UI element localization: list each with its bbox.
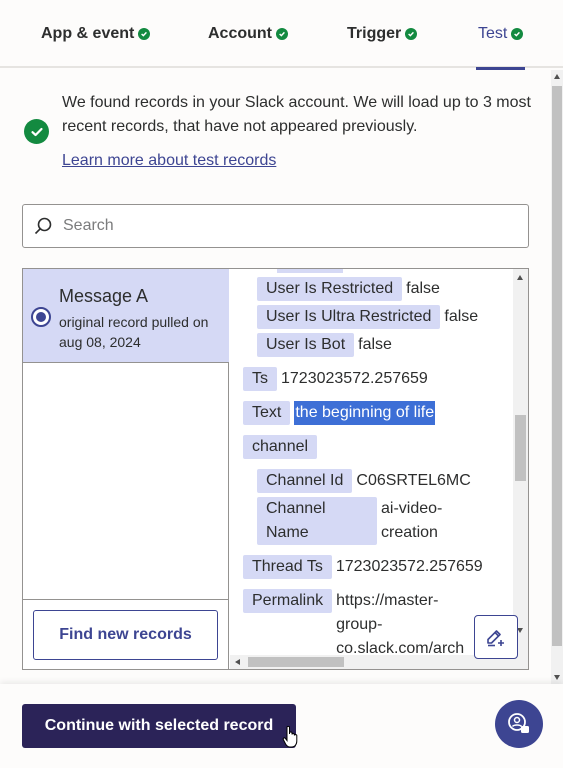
record-item[interactable]: Message A original record pulled on aug … — [23, 269, 229, 363]
field-row: Channel Id C06SRTEL6MC — [257, 469, 471, 493]
scrollbar-thumb[interactable] — [552, 86, 562, 646]
scroll-up-arrow-icon[interactable] — [517, 275, 523, 280]
field-key: Channel Id — [257, 469, 353, 493]
field-row: Thread Ts 1723023572.257659 — [243, 555, 483, 579]
tab-account[interactable]: Account — [208, 0, 288, 68]
field-value: 1723023572.257659 — [281, 370, 428, 387]
field-row: Ts 1723023572.257659 — [243, 367, 428, 391]
field-value: false — [358, 336, 392, 353]
pencil-plus-icon — [487, 630, 504, 647]
field-key: Ts — [243, 367, 277, 391]
field-key: User Is Restricted — [257, 277, 403, 301]
check-icon — [276, 28, 288, 40]
scroll-up-arrow-icon[interactable] — [554, 74, 560, 79]
field-key: User Is Bot — [257, 333, 355, 357]
check-icon — [511, 28, 524, 40]
field-key: Permalink — [243, 589, 333, 613]
find-new-records-button[interactable]: Find new records — [33, 610, 218, 660]
hand-cursor-icon — [282, 725, 298, 748]
page-scrollbar[interactable] — [551, 70, 563, 684]
search-icon — [34, 217, 52, 235]
field-row: channel — [243, 435, 318, 459]
scroll-down-arrow-icon[interactable] — [554, 675, 560, 680]
help-chat-icon[interactable] — [495, 700, 543, 748]
records-list-footer: Find new records — [23, 599, 229, 669]
continue-with-selected-record-button[interactable]: Continue with selected record — [22, 704, 296, 748]
details-vertical-scrollbar[interactable] — [513, 269, 528, 655]
check-icon — [138, 28, 151, 40]
key-chip-partial — [277, 269, 343, 273]
records-list: Message A original record pulled on aug … — [23, 269, 229, 669]
info-message: We found records in your Slack account. … — [62, 94, 531, 135]
record-title: Message A — [59, 286, 149, 306]
record-subtitle: original record pulled on aug 08, 2024 — [59, 314, 209, 350]
field-row: User Is Restricted false — [257, 277, 440, 301]
field-value: false — [406, 280, 440, 297]
field-value: C06SRTEL6MC — [356, 472, 471, 489]
tab-label: Trigger — [347, 25, 402, 42]
field-value: false — [444, 308, 479, 325]
learn-more-link[interactable]: Learn more about test records — [62, 149, 276, 173]
field-row: User Is Bot false — [257, 333, 392, 357]
field-value: ai-video- creation — [381, 500, 443, 541]
field-key: Text — [243, 401, 291, 425]
scrollbar-thumb[interactable] — [248, 657, 344, 667]
field-row: User Is Ultra Restricted false — [257, 305, 478, 329]
search-input[interactable] — [63, 217, 503, 235]
field-row: Channel Name ai-video- creation — [257, 497, 442, 545]
field-value-selected[interactable]: the beginning of life — [294, 401, 436, 425]
check-icon — [405, 28, 418, 40]
field-key: Channel Name — [257, 497, 377, 545]
search-box[interactable] — [22, 204, 529, 248]
record-details: User Is Restricted false User Is Ultra R… — [230, 269, 514, 655]
records-panel: Message A original record pulled on aug … — [22, 268, 529, 670]
tab-label: Test — [478, 25, 508, 42]
field-key: Thread Ts — [243, 555, 332, 579]
field-value: 1723023572.257659 — [335, 558, 483, 575]
radio-selected-icon[interactable] — [31, 307, 51, 327]
field-row: Permalink https://master- group- co.slac… — [243, 589, 464, 655]
scroll-left-arrow-icon[interactable] — [235, 659, 240, 665]
tab-test[interactable]: Test — [475, 0, 526, 70]
step-tabs: App & event Account Trigger Test — [0, 0, 563, 70]
field-key: channel — [243, 435, 318, 459]
tab-label: Account — [208, 25, 272, 42]
scrollbar-thumb[interactable] — [515, 415, 526, 481]
field-value: https://master- group- co.slack.com/arch — [336, 592, 465, 655]
add-edit-button[interactable] — [474, 615, 518, 659]
field-row: Text the beginning of life — [243, 401, 436, 425]
tab-app-event[interactable]: App & event — [41, 0, 151, 68]
tab-trigger[interactable]: Trigger — [347, 0, 418, 68]
tab-label: App & event — [41, 25, 135, 42]
field-key: User Is Ultra Restricted — [257, 305, 441, 329]
success-check-icon — [24, 119, 49, 144]
